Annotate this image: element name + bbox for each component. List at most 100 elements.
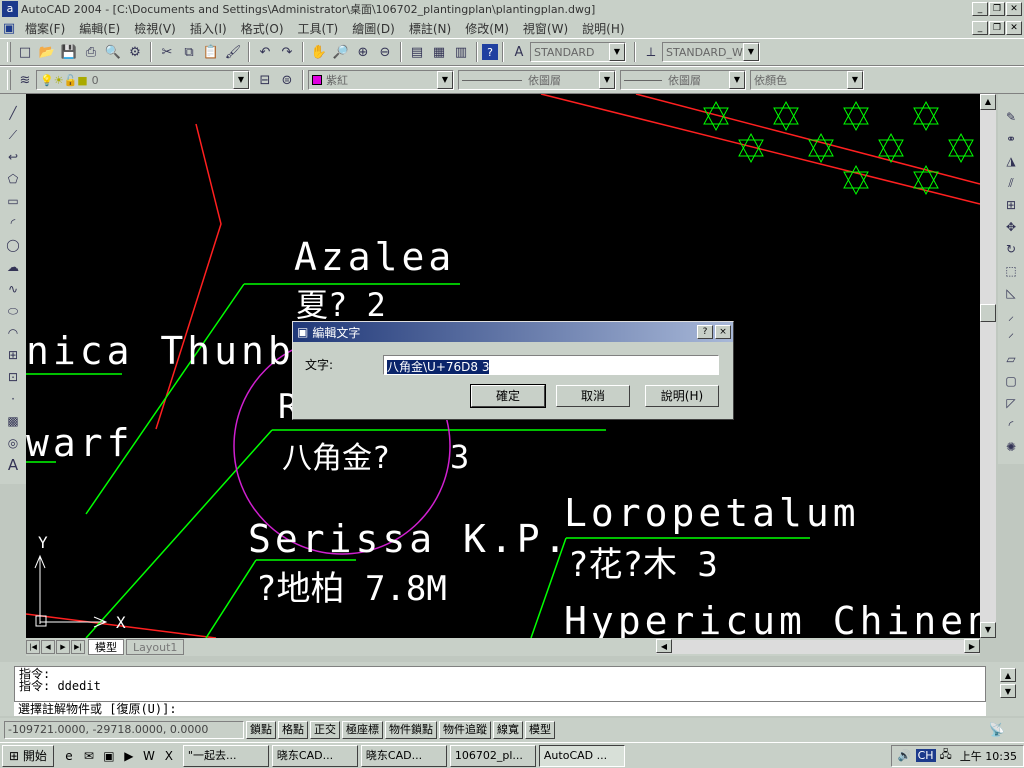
make-block-icon[interactable]: ⊡ xyxy=(2,366,24,388)
rotate-icon[interactable]: ↻ xyxy=(1000,238,1022,260)
chevron-down-icon[interactable]: ▼ xyxy=(437,71,453,89)
ortho-toggle[interactable]: 正交 xyxy=(310,721,340,739)
otrack-toggle[interactable]: 物件追蹤 xyxy=(439,721,491,739)
rectangle-icon[interactable]: ▭ xyxy=(2,190,24,212)
taskbar-item-4[interactable]: 106702_pl... xyxy=(449,744,536,767)
chevron-down-icon[interactable]: ▼ xyxy=(729,71,745,89)
command-input[interactable]: 選擇註解物件或 [復原(U)]: xyxy=(14,702,986,716)
chevron-down-icon[interactable]: ▼ xyxy=(609,43,625,61)
fillet-icon[interactable]: ◜ xyxy=(1000,414,1022,436)
menu-file[interactable]: 檔案(F) xyxy=(18,20,72,37)
communication-center-icon[interactable]: 📡 xyxy=(986,719,1008,741)
first-tab-button[interactable]: |◀ xyxy=(26,640,40,654)
construction-line-icon[interactable]: ⟋ xyxy=(2,124,24,146)
text-style-icon[interactable]: A xyxy=(508,41,530,63)
preview-icon[interactable]: 🔍 xyxy=(102,41,124,63)
toolbar-grip[interactable] xyxy=(7,70,11,90)
layer-select[interactable]: 💡☀🔓■ 0 ▼ xyxy=(36,70,250,90)
menu-format[interactable]: 格式(O) xyxy=(234,20,291,37)
chevron-down-icon[interactable]: ▼ xyxy=(743,43,759,61)
chamfer-icon[interactable]: ◸ xyxy=(1000,392,1022,414)
menu-edit[interactable]: 編輯(E) xyxy=(72,20,127,37)
menu-view[interactable]: 檢視(V) xyxy=(127,20,183,37)
plotstyle-select[interactable]: 依顏色 ▼ xyxy=(750,70,864,90)
new-icon[interactable]: □ xyxy=(14,41,36,63)
model-toggle[interactable]: 模型 xyxy=(525,721,555,739)
menu-tools[interactable]: 工具(T) xyxy=(291,20,346,37)
taskbar-item-1[interactable]: "一起去... xyxy=(182,744,269,767)
text-style-select[interactable]: STANDARD ▼ xyxy=(530,42,626,62)
dialog-title-bar[interactable]: ▣ 編輯文字 ? × xyxy=(293,322,733,342)
menu-draw[interactable]: 繪圖(D) xyxy=(345,20,402,37)
paste-icon[interactable]: 📋 xyxy=(200,41,222,63)
close-button[interactable]: ✕ xyxy=(1006,2,1022,16)
open-icon[interactable]: 📂 xyxy=(36,41,58,63)
vertical-scrollbar[interactable]: ▲ ▼ xyxy=(980,94,996,638)
scroll-up-button[interactable]: ▲ xyxy=(980,94,996,110)
osnap-toggle[interactable]: 物件鎖點 xyxy=(385,721,437,739)
color-select[interactable]: 紫紅 ▼ xyxy=(308,70,454,90)
line-icon[interactable]: ╱ xyxy=(2,102,24,124)
help-button[interactable]: 說明(H) xyxy=(645,385,719,407)
stretch-icon[interactable]: ◺ xyxy=(1000,282,1022,304)
explode-icon[interactable]: ✺ xyxy=(1000,436,1022,458)
menu-window[interactable]: 視窗(W) xyxy=(516,20,575,37)
cut-icon[interactable]: ✂ xyxy=(156,41,178,63)
toolpalette-icon[interactable]: ▥ xyxy=(450,41,472,63)
network-icon[interactable]: 🖧 xyxy=(940,746,952,765)
break-icon[interactable]: ▢ xyxy=(1000,370,1022,392)
ime-indicator[interactable]: CH xyxy=(915,749,936,762)
cmd-scroll-up-button[interactable]: ▲ xyxy=(1000,668,1016,682)
polar-toggle[interactable]: 極座標 xyxy=(342,721,383,739)
autocad-app-icon[interactable]: a xyxy=(2,1,18,17)
lineweight-toggle[interactable]: 線寬 xyxy=(493,721,523,739)
layer-previous-icon[interactable]: ⊜ xyxy=(276,69,298,91)
extend-icon[interactable]: ⸍ xyxy=(1000,326,1022,348)
menu-dimension[interactable]: 標註(N) xyxy=(402,20,458,37)
scroll-right-button[interactable]: ▶ xyxy=(964,639,980,653)
scale-icon[interactable]: ⬚ xyxy=(1000,260,1022,282)
zoom-realtime-icon[interactable]: 🔎 xyxy=(330,41,352,63)
dialog-help-button[interactable]: ? xyxy=(697,325,713,339)
dim-style-icon[interactable]: ⟂ xyxy=(640,41,662,63)
taskbar-item-autocad[interactable]: AutoCAD ... xyxy=(538,744,625,767)
cmd-scroll-down-button[interactable]: ▼ xyxy=(1000,684,1016,698)
help-icon[interactable]: ? xyxy=(482,44,498,60)
doc-restore-button[interactable]: ❐ xyxy=(989,21,1005,35)
hatch-icon[interactable]: ▩ xyxy=(2,410,24,432)
insert-block-icon[interactable]: ⊞ xyxy=(2,344,24,366)
document-icon[interactable]: ▣ xyxy=(0,17,18,39)
next-tab-button[interactable]: ▶ xyxy=(56,640,70,654)
undo-icon[interactable]: ↶ xyxy=(254,41,276,63)
snap-toggle[interactable]: 鎖點 xyxy=(246,721,276,739)
ok-button[interactable]: 確定 xyxy=(470,384,546,408)
polyline-icon[interactable]: ↩ xyxy=(2,146,24,168)
zoom-window-icon[interactable]: ⊕ xyxy=(352,41,374,63)
mirror-icon[interactable]: ◮ xyxy=(1000,150,1022,172)
offset-icon[interactable]: ⫽ xyxy=(1000,172,1022,194)
doc-close-button[interactable]: ✕ xyxy=(1006,21,1022,35)
save-icon[interactable]: 💾 xyxy=(58,41,80,63)
taskbar-item-3[interactable]: 晓东CAD... xyxy=(360,744,447,767)
text-input[interactable]: 八角金\U+76D8 3 xyxy=(383,355,719,375)
region-icon[interactable]: ◎ xyxy=(2,432,24,454)
move-icon[interactable]: ✥ xyxy=(1000,216,1022,238)
matchprop-icon[interactable]: 🖌 xyxy=(222,41,244,63)
toolbar-grip[interactable] xyxy=(7,42,11,62)
grid-toggle[interactable]: 格點 xyxy=(278,721,308,739)
break-point-icon[interactable]: ▱ xyxy=(1000,348,1022,370)
linetype-select[interactable]: 依圖層 ▼ xyxy=(458,70,616,90)
zoom-previous-icon[interactable]: ⊖ xyxy=(374,41,396,63)
minimize-button[interactable]: _ xyxy=(972,2,988,16)
doc-minimize-button[interactable]: _ xyxy=(972,21,988,35)
menu-help[interactable]: 說明(H) xyxy=(575,20,631,37)
menu-insert[interactable]: 插入(I) xyxy=(183,20,234,37)
show-desktop-icon[interactable]: ▣ xyxy=(100,747,118,765)
revision-cloud-icon[interactable]: ☁ xyxy=(2,256,24,278)
scroll-thumb[interactable] xyxy=(980,304,996,322)
ellipse-arc-icon[interactable]: ◠ xyxy=(2,322,24,344)
publish-icon[interactable]: ⚙ xyxy=(124,41,146,63)
speaker-icon[interactable]: 🔊 xyxy=(898,749,912,762)
tab-model[interactable]: 模型 xyxy=(88,639,124,655)
copy-icon[interactable]: ⧉ xyxy=(178,41,200,63)
